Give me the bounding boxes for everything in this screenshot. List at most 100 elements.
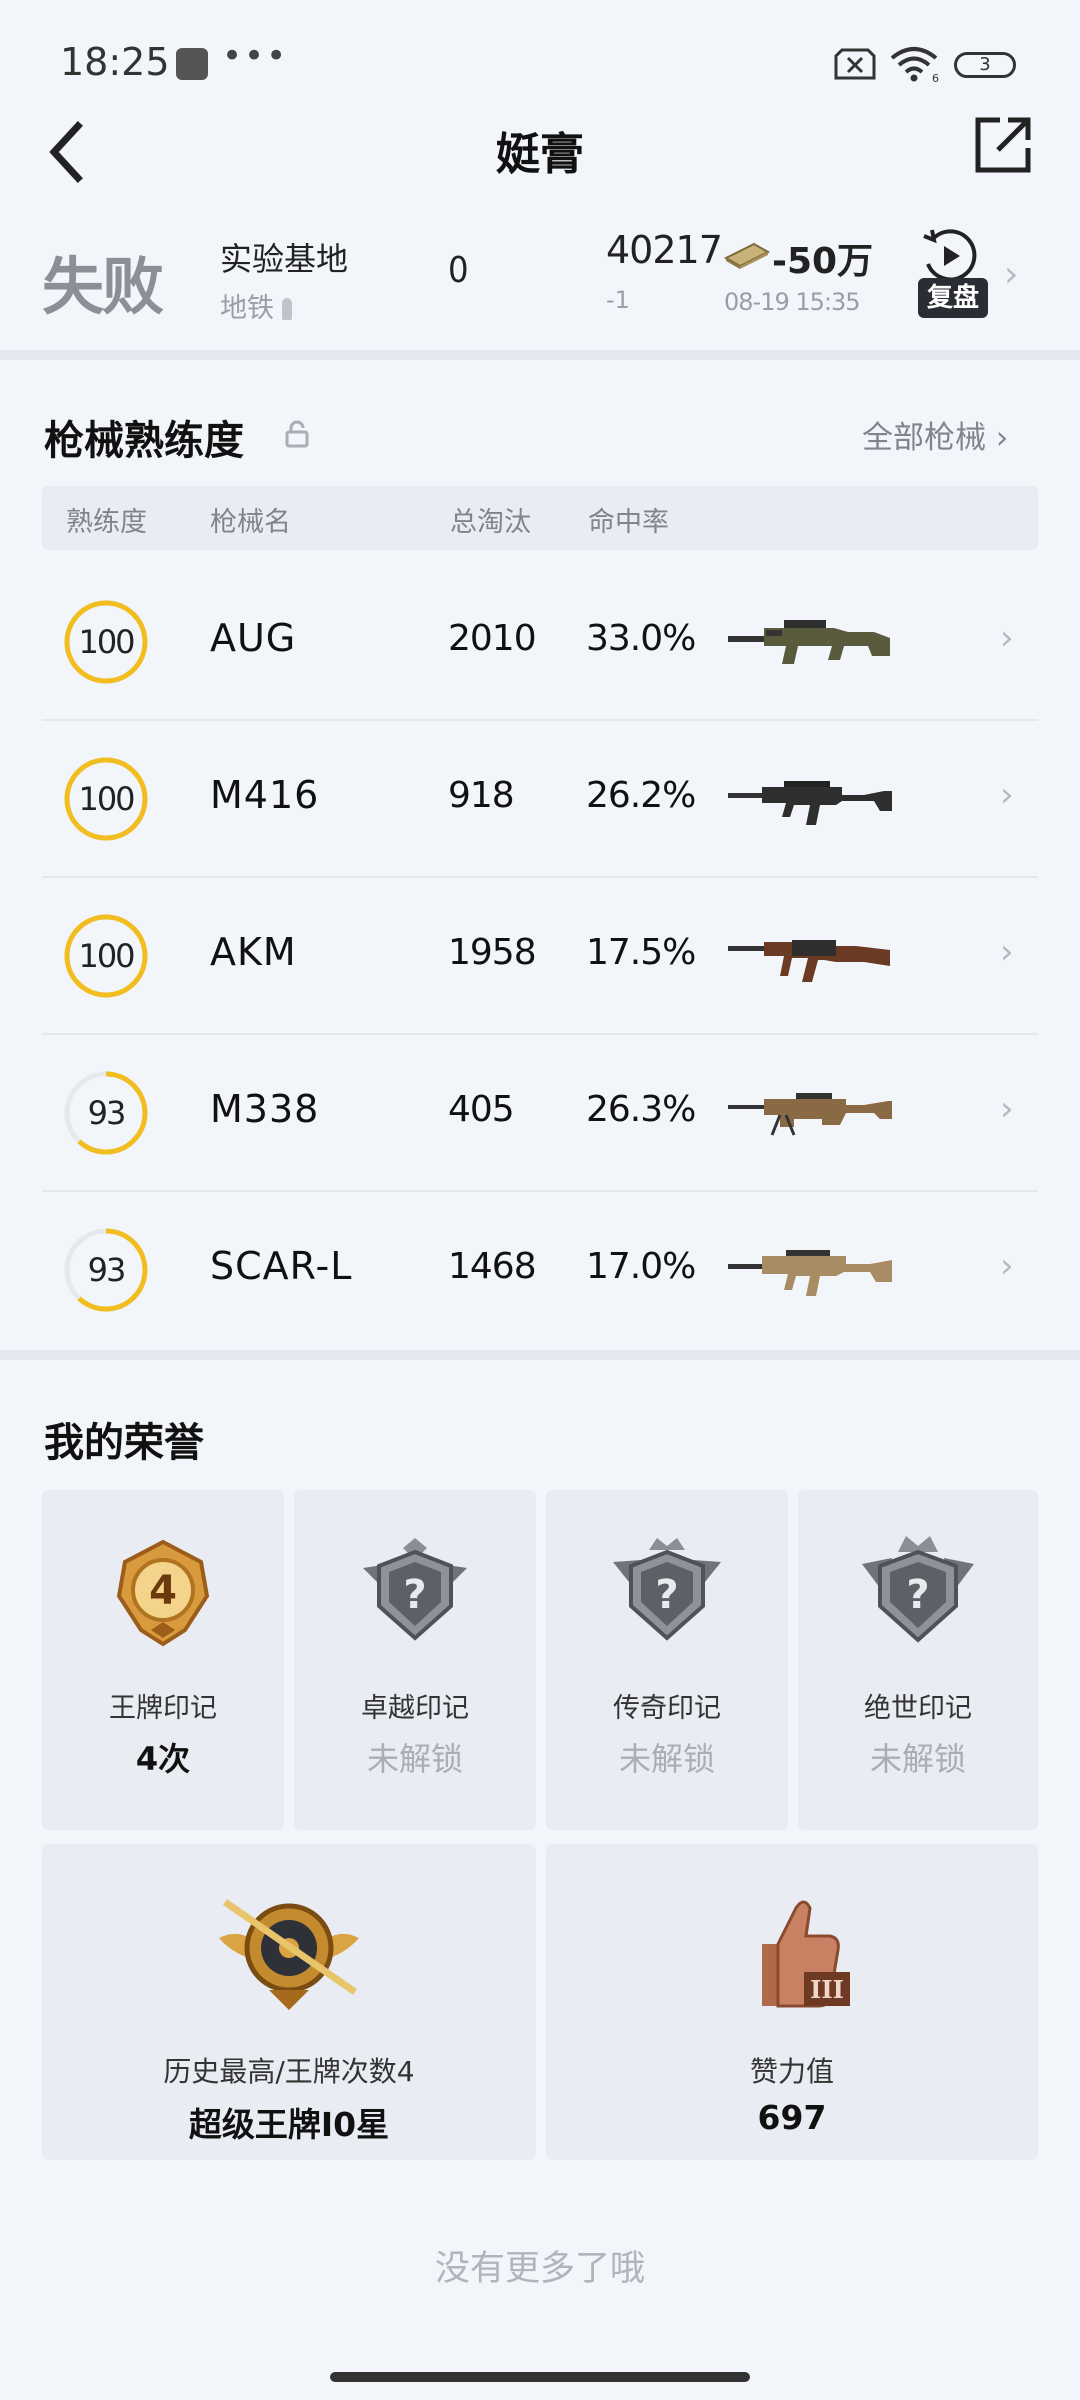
weapon-row[interactable]: 93 M338 405 26.3% › bbox=[42, 1035, 1038, 1192]
m338-machine-gun-icon bbox=[728, 1093, 892, 1136]
match-result: 失败 bbox=[42, 250, 164, 323]
money-icon bbox=[724, 242, 770, 269]
mastery-value: 100 bbox=[78, 780, 135, 818]
share-button[interactable] bbox=[972, 114, 1034, 176]
weapon-accuracy: 17.0% bbox=[586, 1246, 696, 1287]
weapon-row[interactable]: 100 M416 918 26.2% › bbox=[42, 721, 1038, 878]
replay-icon[interactable] bbox=[920, 226, 980, 286]
weapon-name: AKM bbox=[210, 930, 297, 974]
honor-card-excellence[interactable]: ? 卓越印记 未解锁 bbox=[294, 1490, 536, 1830]
rank-ace-badge-icon bbox=[219, 1899, 359, 2010]
app-notification-icon bbox=[176, 48, 208, 80]
battery-icon: 3 bbox=[954, 52, 1016, 78]
svg-text:4: 4 bbox=[149, 1568, 177, 1614]
highest-rank-card[interactable]: 历史最高/王牌次数4 超级王牌I0星 bbox=[42, 1844, 536, 2160]
home-indicator[interactable] bbox=[330, 2372, 750, 2382]
weapon-kills: 1958 bbox=[448, 932, 537, 973]
match-money: -50万 bbox=[772, 241, 874, 282]
akm-rifle-icon bbox=[728, 940, 890, 982]
status-time: 18:25 bbox=[60, 40, 170, 84]
end-of-list-text: 没有更多了哦 bbox=[434, 2249, 645, 2289]
weapon-accuracy: 17.5% bbox=[586, 932, 696, 973]
match-summary-row[interactable]: 失败 实验基地 地铁 0 40217 -1 -50万 08-19 15:35 复… bbox=[0, 220, 1080, 350]
replay-button[interactable]: 复盘 bbox=[918, 278, 988, 318]
locked-badge-icon: ? bbox=[363, 1538, 467, 1641]
no-sim-icon bbox=[834, 48, 876, 80]
match-points: 40217 bbox=[606, 228, 723, 272]
highest-rank-value: 超级王牌I0星 bbox=[188, 2105, 390, 2144]
likes-card[interactable]: III 赞力值 697 bbox=[546, 1844, 1038, 2160]
weapon-name: AUG bbox=[210, 616, 297, 660]
header-mastery: 熟练度 bbox=[66, 507, 147, 538]
chevron-right-icon: › bbox=[1000, 1246, 1014, 1286]
nav-bar: 娗膏 bbox=[0, 110, 1080, 220]
honor-card-peerless[interactable]: ? 绝世印记 未解锁 bbox=[798, 1490, 1038, 1830]
honor-value: 4次 bbox=[135, 1740, 191, 1778]
more-notifications-icon: ••• bbox=[222, 36, 289, 76]
match-points-delta: -1 bbox=[606, 286, 630, 314]
honor-value: 未解锁 bbox=[366, 1740, 463, 1778]
page-title: 娗膏 bbox=[496, 129, 584, 180]
svg-text:?: ? bbox=[906, 1572, 929, 1618]
section-divider bbox=[0, 1350, 1080, 1360]
chevron-right-icon: › bbox=[1000, 1089, 1014, 1129]
match-kills: 0 bbox=[448, 250, 469, 291]
m416-rifle-icon bbox=[728, 781, 892, 825]
honors-title: 我的荣誉 bbox=[44, 1420, 204, 1466]
mastery-value: 100 bbox=[78, 623, 135, 661]
weapon-row[interactable]: 100 AUG 2010 33.0% › bbox=[42, 564, 1038, 721]
weapon-name: M338 bbox=[210, 1087, 320, 1131]
honor-value: 未解锁 bbox=[869, 1740, 966, 1778]
svg-text:?: ? bbox=[655, 1572, 678, 1618]
svg-text:III: III bbox=[810, 1975, 844, 2004]
weapon-kills: 405 bbox=[448, 1089, 515, 1130]
mastery-value: 100 bbox=[78, 937, 135, 975]
ace-badge-icon: 4 bbox=[116, 1539, 210, 1647]
honor-card-legend[interactable]: ? 传奇印记 未解锁 bbox=[546, 1490, 788, 1830]
weapon-kills: 918 bbox=[448, 775, 515, 816]
chevron-right-icon: › bbox=[1000, 775, 1014, 815]
squad-mode-icon bbox=[282, 298, 292, 320]
honor-name: 传奇印记 bbox=[613, 1693, 721, 1724]
section-divider bbox=[0, 350, 1080, 360]
chevron-right-icon: › bbox=[1000, 618, 1014, 658]
highest-rank-label: 历史最高/王牌次数4 bbox=[163, 2055, 415, 2088]
weapon-mastery-title: 枪械熟练度 bbox=[44, 418, 244, 464]
aug-rifle-icon bbox=[728, 620, 890, 664]
locked-badge-icon: ? bbox=[613, 1538, 721, 1641]
chevron-right-icon: › bbox=[1004, 254, 1019, 295]
header-kills: 总淘汰 bbox=[450, 507, 531, 538]
lock-icon[interactable] bbox=[284, 420, 310, 448]
wifi-icon: 6 bbox=[890, 47, 939, 84]
chevron-right-icon: › bbox=[1000, 932, 1014, 972]
thumbs-up-icon: III bbox=[762, 1900, 850, 2008]
honor-name: 王牌印记 bbox=[109, 1693, 217, 1724]
match-time: 08-19 15:35 bbox=[724, 288, 861, 316]
weapon-accuracy: 26.2% bbox=[586, 775, 696, 816]
mastery-value: 93 bbox=[87, 1251, 127, 1289]
weapon-table-header: 熟练度 枪械名 总淘汰 命中率 bbox=[42, 486, 1038, 550]
weapon-accuracy: 33.0% bbox=[586, 618, 696, 659]
weapon-row[interactable]: 100 AKM 1958 17.5% › bbox=[42, 878, 1038, 1035]
weapon-accuracy: 26.3% bbox=[586, 1089, 696, 1130]
header-accuracy: 命中率 bbox=[588, 507, 669, 538]
honor-name: 绝世印记 bbox=[864, 1693, 972, 1724]
match-map: 实验基地 bbox=[220, 240, 349, 278]
svg-text:6: 6 bbox=[932, 72, 939, 84]
honor-card-ace[interactable]: 4 王牌印记 4次 bbox=[42, 1490, 284, 1830]
all-weapons-link[interactable]: 全部枪械 › bbox=[862, 412, 1008, 457]
header-weapon-name: 枪械名 bbox=[210, 507, 291, 538]
status-bar: 18:25 ••• 6 3 bbox=[0, 0, 1080, 110]
locked-badge-icon: ? bbox=[862, 1536, 974, 1643]
honor-name: 卓越印记 bbox=[361, 1693, 469, 1724]
weapon-name: M416 bbox=[210, 773, 320, 817]
honor-value: 未解锁 bbox=[618, 1740, 715, 1778]
likes-label: 赞力值 bbox=[749, 2055, 834, 2088]
weapon-row[interactable]: 93 SCAR-L 1468 17.0% › bbox=[42, 1192, 1038, 1349]
weapon-name: SCAR-L bbox=[210, 1244, 353, 1288]
weapon-kills: 1468 bbox=[448, 1246, 537, 1287]
match-mode: 地铁 bbox=[220, 286, 292, 325]
scar-l-rifle-icon bbox=[728, 1250, 892, 1296]
likes-value: 697 bbox=[757, 2098, 827, 2137]
mastery-value: 93 bbox=[87, 1094, 127, 1132]
